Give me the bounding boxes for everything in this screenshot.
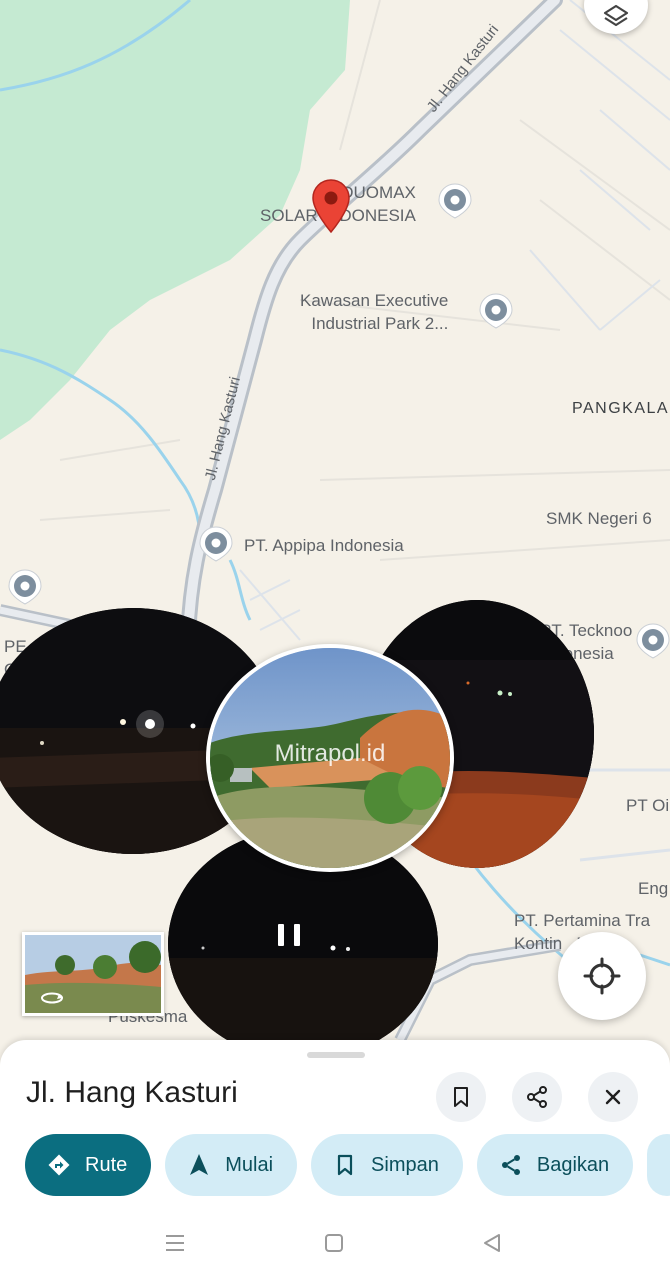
photo-bubble-daytime[interactable]: Mitrapol.id xyxy=(206,644,454,872)
place-label-eng[interactable]: Eng xyxy=(638,878,668,901)
area-label: PANGKALA xyxy=(572,400,670,417)
directions-label: Rute xyxy=(85,1153,128,1176)
directions-button[interactable]: Rute xyxy=(25,1134,152,1196)
navigation-arrow-icon xyxy=(187,1153,211,1177)
close-icon xyxy=(605,1089,621,1105)
place-bottom-sheet[interactable]: Jl. Hang Kasturi Rute Mulai Simpan Bagik… xyxy=(0,1040,670,1280)
poi-marker-icon[interactable] xyxy=(436,182,474,220)
share-icon-button[interactable] xyxy=(512,1072,562,1122)
share-icon xyxy=(527,1086,547,1108)
pause-icon[interactable] xyxy=(278,924,300,946)
save-label: Simpan xyxy=(371,1153,439,1176)
save-icon-button[interactable] xyxy=(436,1072,486,1122)
poi-marker-icon[interactable] xyxy=(634,622,670,660)
location-pin-icon[interactable] xyxy=(311,178,351,234)
bookmark-icon xyxy=(454,1087,468,1107)
photo-watermark: Mitrapol.id xyxy=(274,740,386,767)
place-title: Jl. Hang Kasturi xyxy=(26,1076,238,1109)
directions-icon xyxy=(47,1153,71,1177)
place-label-smk[interactable]: SMK Negeri 6 xyxy=(546,508,652,531)
street-view-thumbnail[interactable] xyxy=(22,932,164,1016)
more-chip[interactable] xyxy=(647,1134,670,1196)
map-view[interactable]: Jl. Hang Kasturi Jl. Hang Kasturi DUOMAX… xyxy=(0,0,670,1070)
start-button[interactable]: Mulai xyxy=(165,1134,298,1196)
menu-icon[interactable] xyxy=(164,1233,186,1253)
poi-marker-icon[interactable] xyxy=(197,525,235,563)
place-label-kawasan[interactable]: Kawasan Executive Industrial Park 2... xyxy=(300,290,448,336)
close-button[interactable] xyxy=(588,1072,638,1122)
poi-marker-icon[interactable] xyxy=(477,292,515,330)
poi-marker-icon[interactable] xyxy=(6,568,44,606)
share-button[interactable]: Bagikan xyxy=(476,1134,634,1196)
share-icon xyxy=(499,1153,523,1177)
layers-icon xyxy=(603,4,629,27)
bookmark-icon xyxy=(333,1153,357,1177)
system-navigation-bar xyxy=(0,1205,670,1280)
place-label-appipa[interactable]: PT. Appipa Indonesia xyxy=(244,535,404,558)
place-label-pt-oi[interactable]: PT Oi xyxy=(626,795,669,818)
save-button[interactable]: Simpan xyxy=(311,1134,463,1196)
start-label: Mulai xyxy=(225,1153,274,1176)
back-icon[interactable] xyxy=(482,1233,502,1253)
my-location-button[interactable] xyxy=(558,932,646,1020)
drag-handle[interactable] xyxy=(307,1052,365,1058)
action-chips: Rute Mulai Simpan Bagikan xyxy=(25,1134,670,1196)
my-location-icon xyxy=(583,957,621,995)
share-label: Bagikan xyxy=(536,1153,610,1176)
360-rotate-icon xyxy=(41,992,63,1004)
home-icon[interactable] xyxy=(324,1233,344,1253)
